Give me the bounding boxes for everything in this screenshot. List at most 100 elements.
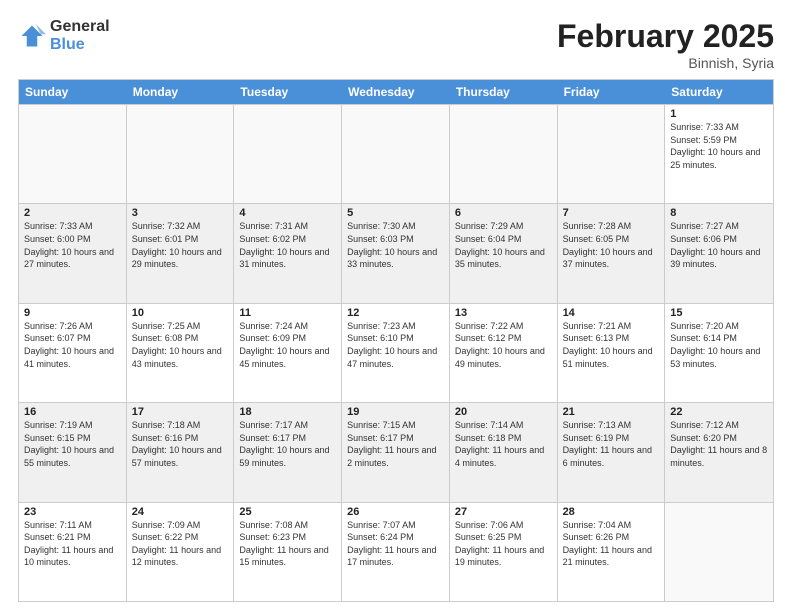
calendar-cell: 11Sunrise: 7:24 AM Sunset: 6:09 PM Dayli… [234,304,342,402]
day-number: 7 [563,207,660,219]
calendar-cell: 17Sunrise: 7:18 AM Sunset: 6:16 PM Dayli… [127,403,235,501]
calendar-cell [450,105,558,203]
calendar-cell [127,105,235,203]
calendar-cell: 13Sunrise: 7:22 AM Sunset: 6:12 PM Dayli… [450,304,558,402]
calendar-cell: 19Sunrise: 7:15 AM Sunset: 6:17 PM Dayli… [342,403,450,501]
day-info: Sunrise: 7:22 AM Sunset: 6:12 PM Dayligh… [455,320,552,370]
day-number: 26 [347,506,444,518]
day-info: Sunrise: 7:13 AM Sunset: 6:19 PM Dayligh… [563,419,660,469]
day-info: Sunrise: 7:11 AM Sunset: 6:21 PM Dayligh… [24,519,121,569]
calendar-cell: 9Sunrise: 7:26 AM Sunset: 6:07 PM Daylig… [19,304,127,402]
calendar-cell: 6Sunrise: 7:29 AM Sunset: 6:04 PM Daylig… [450,204,558,302]
day-info: Sunrise: 7:23 AM Sunset: 6:10 PM Dayligh… [347,320,444,370]
header-day-friday: Friday [558,80,666,104]
day-info: Sunrise: 7:09 AM Sunset: 6:22 PM Dayligh… [132,519,229,569]
day-number: 11 [239,307,336,319]
calendar-cell: 28Sunrise: 7:04 AM Sunset: 6:26 PM Dayli… [558,503,666,601]
day-info: Sunrise: 7:33 AM Sunset: 5:59 PM Dayligh… [670,121,768,171]
header-day-sunday: Sunday [19,80,127,104]
month-title: February 2025 [557,18,774,55]
calendar-cell: 14Sunrise: 7:21 AM Sunset: 6:13 PM Dayli… [558,304,666,402]
calendar-cell: 24Sunrise: 7:09 AM Sunset: 6:22 PM Dayli… [127,503,235,601]
calendar: SundayMondayTuesdayWednesdayThursdayFrid… [18,79,774,602]
day-info: Sunrise: 7:30 AM Sunset: 6:03 PM Dayligh… [347,220,444,270]
calendar-row-1: 1Sunrise: 7:33 AM Sunset: 5:59 PM Daylig… [19,104,773,203]
calendar-cell [234,105,342,203]
day-number: 28 [563,506,660,518]
calendar-cell: 7Sunrise: 7:28 AM Sunset: 6:05 PM Daylig… [558,204,666,302]
day-number: 2 [24,207,121,219]
calendar-cell: 12Sunrise: 7:23 AM Sunset: 6:10 PM Dayli… [342,304,450,402]
header-day-thursday: Thursday [450,80,558,104]
calendar-cell: 18Sunrise: 7:17 AM Sunset: 6:17 PM Dayli… [234,403,342,501]
calendar-row-3: 9Sunrise: 7:26 AM Sunset: 6:07 PM Daylig… [19,303,773,402]
logo-icon [18,22,46,50]
calendar-cell: 16Sunrise: 7:19 AM Sunset: 6:15 PM Dayli… [19,403,127,501]
day-info: Sunrise: 7:14 AM Sunset: 6:18 PM Dayligh… [455,419,552,469]
header-day-tuesday: Tuesday [234,80,342,104]
day-number: 17 [132,406,229,418]
calendar-row-5: 23Sunrise: 7:11 AM Sunset: 6:21 PM Dayli… [19,502,773,601]
day-number: 9 [24,307,121,319]
calendar-cell [558,105,666,203]
calendar-cell: 27Sunrise: 7:06 AM Sunset: 6:25 PM Dayli… [450,503,558,601]
day-info: Sunrise: 7:31 AM Sunset: 6:02 PM Dayligh… [239,220,336,270]
day-number: 24 [132,506,229,518]
day-info: Sunrise: 7:07 AM Sunset: 6:24 PM Dayligh… [347,519,444,569]
day-info: Sunrise: 7:12 AM Sunset: 6:20 PM Dayligh… [670,419,768,469]
day-info: Sunrise: 7:15 AM Sunset: 6:17 PM Dayligh… [347,419,444,469]
day-number: 10 [132,307,229,319]
calendar-header: SundayMondayTuesdayWednesdayThursdayFrid… [19,80,773,104]
day-info: Sunrise: 7:21 AM Sunset: 6:13 PM Dayligh… [563,320,660,370]
calendar-cell [665,503,773,601]
day-number: 14 [563,307,660,319]
calendar-cell: 5Sunrise: 7:30 AM Sunset: 6:03 PM Daylig… [342,204,450,302]
day-number: 20 [455,406,552,418]
header-day-wednesday: Wednesday [342,80,450,104]
calendar-cell: 25Sunrise: 7:08 AM Sunset: 6:23 PM Dayli… [234,503,342,601]
calendar-cell: 4Sunrise: 7:31 AM Sunset: 6:02 PM Daylig… [234,204,342,302]
day-number: 21 [563,406,660,418]
calendar-cell: 1Sunrise: 7:33 AM Sunset: 5:59 PM Daylig… [665,105,773,203]
logo-blue: Blue [50,36,110,54]
day-info: Sunrise: 7:29 AM Sunset: 6:04 PM Dayligh… [455,220,552,270]
day-info: Sunrise: 7:04 AM Sunset: 6:26 PM Dayligh… [563,519,660,569]
header-day-saturday: Saturday [665,80,773,104]
header-day-monday: Monday [127,80,235,104]
day-number: 16 [24,406,121,418]
calendar-cell: 15Sunrise: 7:20 AM Sunset: 6:14 PM Dayli… [665,304,773,402]
calendar-cell [342,105,450,203]
logo-text: General Blue [50,18,110,53]
day-number: 15 [670,307,768,319]
day-info: Sunrise: 7:08 AM Sunset: 6:23 PM Dayligh… [239,519,336,569]
day-number: 13 [455,307,552,319]
day-info: Sunrise: 7:06 AM Sunset: 6:25 PM Dayligh… [455,519,552,569]
calendar-cell: 20Sunrise: 7:14 AM Sunset: 6:18 PM Dayli… [450,403,558,501]
day-info: Sunrise: 7:24 AM Sunset: 6:09 PM Dayligh… [239,320,336,370]
calendar-cell: 2Sunrise: 7:33 AM Sunset: 6:00 PM Daylig… [19,204,127,302]
day-number: 8 [670,207,768,219]
day-number: 18 [239,406,336,418]
day-info: Sunrise: 7:27 AM Sunset: 6:06 PM Dayligh… [670,220,768,270]
calendar-cell: 21Sunrise: 7:13 AM Sunset: 6:19 PM Dayli… [558,403,666,501]
calendar-cell: 3Sunrise: 7:32 AM Sunset: 6:01 PM Daylig… [127,204,235,302]
day-number: 19 [347,406,444,418]
day-number: 3 [132,207,229,219]
title-area: February 2025 Binnish, Syria [557,18,774,71]
calendar-row-4: 16Sunrise: 7:19 AM Sunset: 6:15 PM Dayli… [19,402,773,501]
day-number: 12 [347,307,444,319]
subtitle: Binnish, Syria [557,55,774,71]
day-info: Sunrise: 7:20 AM Sunset: 6:14 PM Dayligh… [670,320,768,370]
day-info: Sunrise: 7:19 AM Sunset: 6:15 PM Dayligh… [24,419,121,469]
calendar-cell: 26Sunrise: 7:07 AM Sunset: 6:24 PM Dayli… [342,503,450,601]
header: General Blue February 2025 Binnish, Syri… [18,18,774,71]
calendar-cell [19,105,127,203]
day-number: 22 [670,406,768,418]
calendar-body: 1Sunrise: 7:33 AM Sunset: 5:59 PM Daylig… [19,104,773,601]
day-info: Sunrise: 7:32 AM Sunset: 6:01 PM Dayligh… [132,220,229,270]
day-number: 23 [24,506,121,518]
day-number: 1 [670,108,768,120]
day-number: 27 [455,506,552,518]
day-number: 25 [239,506,336,518]
day-info: Sunrise: 7:18 AM Sunset: 6:16 PM Dayligh… [132,419,229,469]
